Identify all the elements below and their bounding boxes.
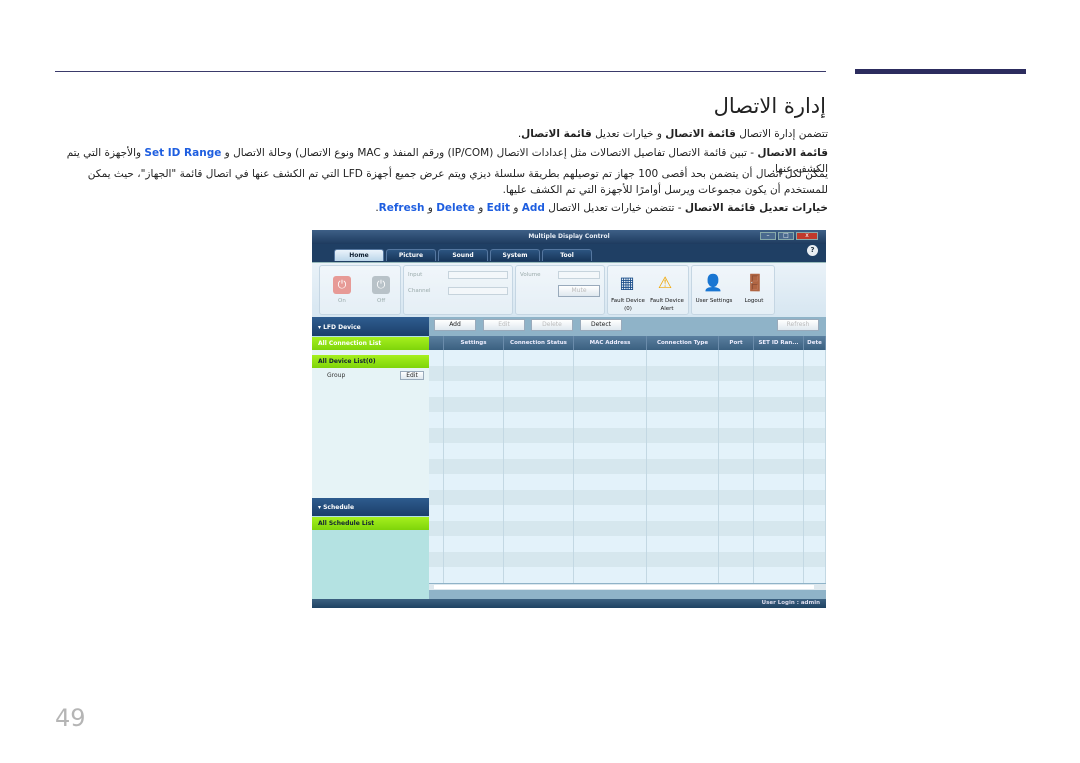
power-off-icon[interactable]: ⏻ xyxy=(372,276,390,294)
table-row xyxy=(429,536,826,552)
logout-label: Logout xyxy=(744,298,764,304)
column-header[interactable]: Settings xyxy=(444,336,504,350)
user-settings-icon[interactable]: 👤 xyxy=(702,272,724,294)
fault-alert-label: Fault Device xyxy=(650,298,684,304)
group-label: Group xyxy=(327,372,346,379)
channel-label: Channel xyxy=(408,288,431,294)
table-row xyxy=(429,520,826,536)
column-header[interactable]: Dete xyxy=(804,336,826,350)
page-title: إدارة الاتصال xyxy=(713,94,826,118)
power-on-icon[interactable]: ⏻ xyxy=(333,276,351,294)
sidebar: ▾ LFD Device All Connection List All Dev… xyxy=(312,317,429,599)
table-row xyxy=(429,505,826,521)
tab-picture[interactable]: Picture xyxy=(386,249,436,261)
table-row xyxy=(429,489,826,505)
volume-label: Volume xyxy=(520,272,541,278)
table-row xyxy=(429,458,826,474)
paragraph-intro: تتضمن إدارة الاتصال قائمة الاتصال و خيار… xyxy=(517,128,828,140)
column-header[interactable]: Connection Type xyxy=(647,336,719,350)
ribbon: ⏻ ⏻ On Off Input Channel Volume Mute ▦ ⚠… xyxy=(312,262,826,317)
volume-stepper[interactable] xyxy=(558,271,600,279)
column-header[interactable] xyxy=(429,336,444,350)
sidebar-all-schedule-list[interactable]: All Schedule List xyxy=(312,517,429,530)
refresh-button[interactable]: Refresh xyxy=(777,319,819,331)
table-row xyxy=(429,365,826,381)
channel-stepper[interactable] xyxy=(448,287,508,295)
status-bar: User Login : admin xyxy=(312,599,826,608)
sidebar-schedule[interactable]: ▾ Schedule xyxy=(312,497,429,516)
input-select[interactable] xyxy=(448,271,508,279)
tab-sound[interactable]: Sound xyxy=(438,249,488,261)
table-row xyxy=(429,427,826,443)
paragraph-edit-options: خيارات تعديل قائمة الاتصال - تتضمن خيارا… xyxy=(375,202,828,214)
delete-button[interactable]: Delete xyxy=(531,319,573,331)
column-header[interactable]: Port xyxy=(719,336,754,350)
sidebar-lfd-device[interactable]: ▾ LFD Device xyxy=(312,317,429,336)
mute-button[interactable]: Mute xyxy=(558,285,600,297)
table-row xyxy=(429,474,826,490)
table-row xyxy=(429,443,826,459)
maximize-button[interactable]: □ xyxy=(778,232,794,240)
user-settings-label: User Settings xyxy=(695,298,733,304)
window-title: Multiple Display Control xyxy=(312,230,826,244)
fault-alert-icon[interactable]: ⚠ xyxy=(654,272,676,294)
header-accent-bar xyxy=(855,69,1026,74)
column-header[interactable]: Connection Status xyxy=(504,336,574,350)
add-button[interactable]: Add xyxy=(434,319,476,331)
table-row xyxy=(429,567,826,583)
header-rule xyxy=(55,71,826,72)
detect-button[interactable]: Detect xyxy=(580,319,622,331)
alert-label: Alert xyxy=(660,306,674,312)
sidebar-all-device-list[interactable]: All Device List(0) xyxy=(312,355,429,368)
close-button[interactable]: x xyxy=(796,232,818,240)
horizontal-scrollbar[interactable] xyxy=(429,584,826,590)
tab-tool[interactable]: Tool xyxy=(542,249,592,261)
group-panel: Group Edit xyxy=(312,368,429,498)
column-header[interactable]: MAC Address xyxy=(574,336,647,350)
mdc-window-screenshot: Multiple Display Control – □ x Home Pictur… xyxy=(312,230,826,608)
help-icon[interactable]: ? xyxy=(807,245,818,256)
table-row xyxy=(429,551,826,567)
table-header: Settings Connection Status MAC Address Conn… xyxy=(429,336,826,350)
logout-icon[interactable]: 🚪 xyxy=(744,272,766,294)
fault-device-label: Fault Device xyxy=(611,298,645,304)
fault-device-icon[interactable]: ▦ xyxy=(616,272,638,294)
paragraph-devices: يمكن لكل اتصال أن يتضمن بحد أقصى 100 جها… xyxy=(87,168,828,196)
fault-count: (0) xyxy=(624,306,632,312)
input-label: Input xyxy=(408,272,423,278)
table-row xyxy=(429,350,826,366)
table-row xyxy=(429,412,826,428)
page-number: 49 xyxy=(55,704,86,732)
group-edit-button[interactable]: Edit xyxy=(400,371,424,380)
connection-table-panel: Add Edit Delete Detect Refresh Settings C… xyxy=(429,317,826,599)
table-row xyxy=(429,381,826,397)
sidebar-all-connection-list[interactable]: All Connection List xyxy=(312,337,429,350)
edit-button[interactable]: Edit xyxy=(483,319,525,331)
on-label: On xyxy=(338,298,346,304)
minimize-button[interactable]: – xyxy=(760,232,776,240)
table-row xyxy=(429,396,826,412)
tab-system[interactable]: System xyxy=(490,249,540,261)
off-label: Off xyxy=(377,298,386,304)
column-header[interactable]: SET ID Ran... xyxy=(754,336,804,350)
table-body xyxy=(429,350,826,590)
tab-home[interactable]: Home xyxy=(334,249,384,261)
